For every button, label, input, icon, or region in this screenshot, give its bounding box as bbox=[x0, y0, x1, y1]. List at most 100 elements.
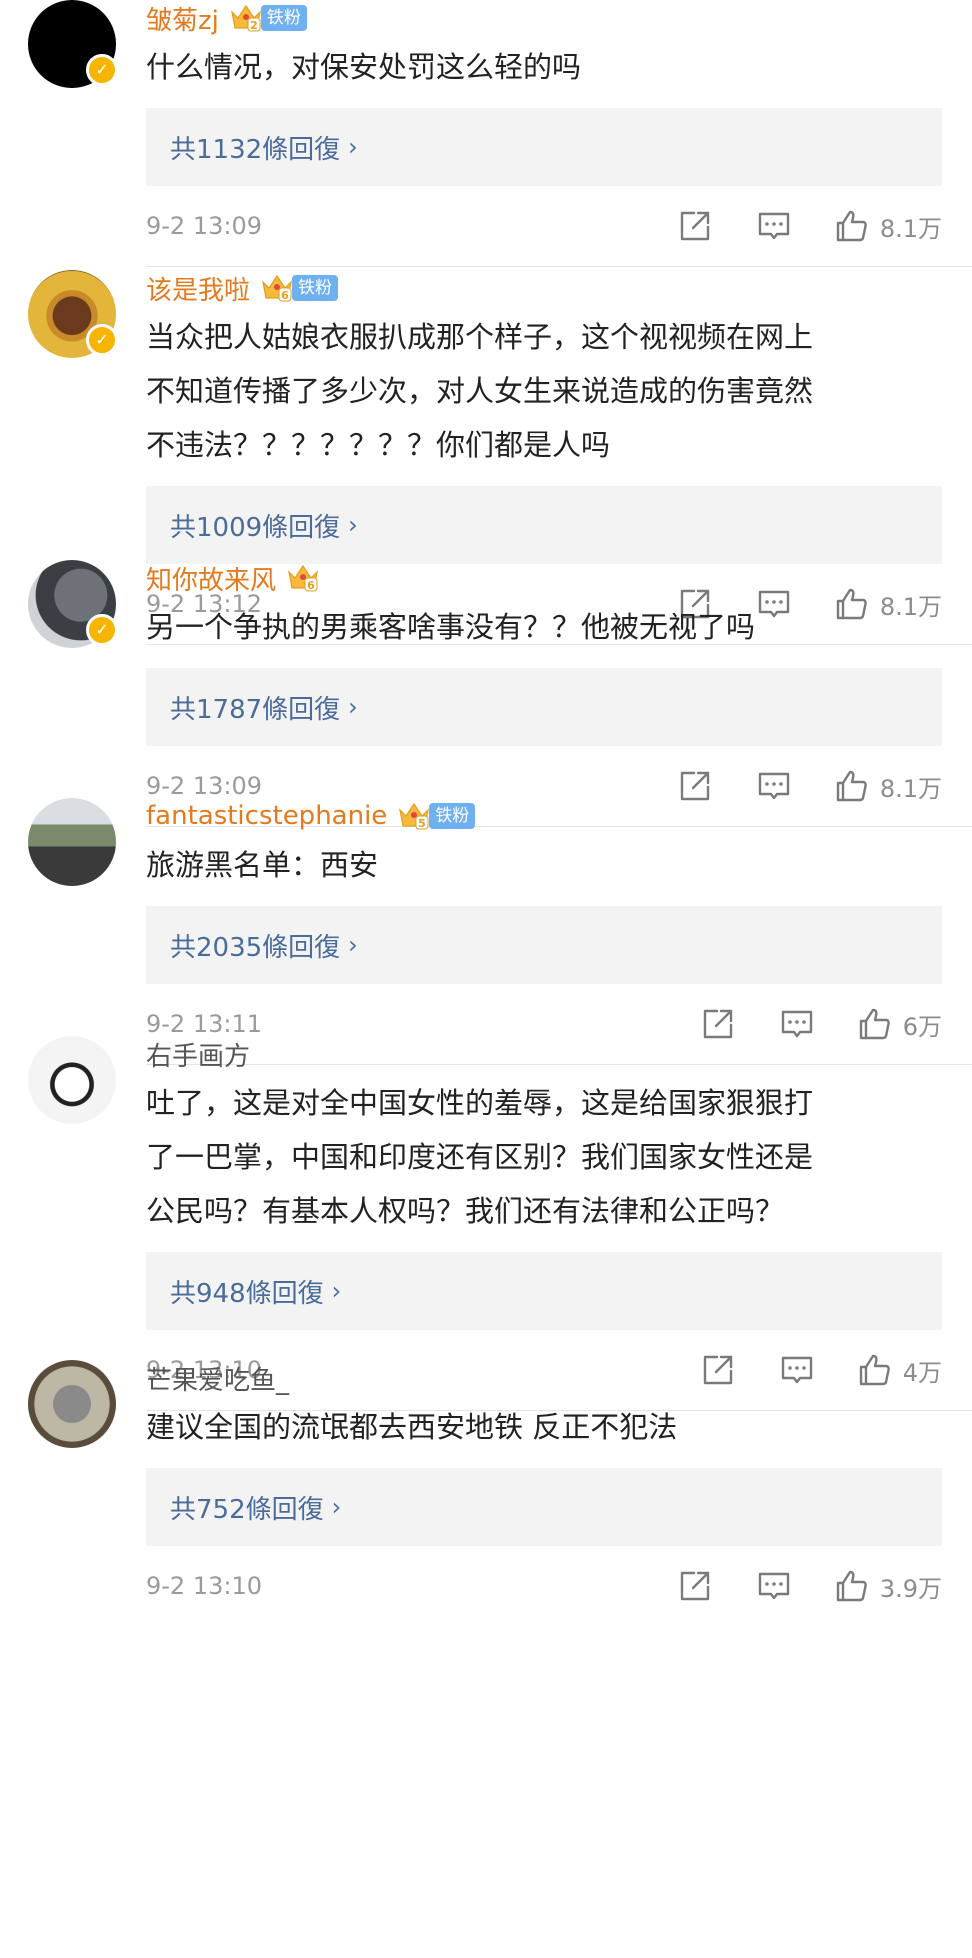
comment-content: 皱菊zj 2 铁粉 什么情况，对保安处罚这么轻的吗 共1132條回復 › 9-2 13:09… bbox=[146, 0, 942, 266]
comment-text: 什么情况，对保安处罚这么轻的吗 bbox=[146, 40, 942, 94]
avatar[interactable] bbox=[28, 798, 120, 890]
comment-text: 建议全国的流氓都去西安地铁 反正不犯法 bbox=[146, 1400, 942, 1454]
comment-content: 芒果爱吃鱼_ 建议全国的流氓都去西安地铁 反正不犯法 共752條回復 › 9-2 13:… bbox=[146, 1360, 942, 1626]
timestamp: 9-2 13:09 bbox=[146, 772, 262, 800]
svg-text:2: 2 bbox=[250, 19, 258, 32]
comment-text-line: 不违法？？？？？？？你们都是人吗 bbox=[146, 428, 611, 462]
like-icon bbox=[834, 209, 870, 243]
replies-link[interactable]: 共948條回復 › bbox=[146, 1252, 942, 1330]
comment-text-line: 公民吗？有基本人权吗？我们还有法律和公正吗？ bbox=[146, 1194, 785, 1228]
divider bbox=[146, 266, 972, 267]
verified-icon: ✓ bbox=[86, 54, 118, 86]
svg-text:6: 6 bbox=[281, 289, 289, 302]
comment-item: ✓ 皱菊zj 2 铁粉 什么情况，对保安处罚这么轻的吗 共1132條回復 › 9-2 13:0… bbox=[0, 0, 972, 267]
comment-text-line: 了一巴掌，中国和印度还有区别？我们国家女性还是 bbox=[146, 1140, 814, 1174]
verified-icon: ✓ bbox=[86, 614, 118, 646]
comment-text: 吐了，这是对全中国女性的羞辱，这是给国家狠狠打 了一巴掌，中国和印度还有区别？我们… bbox=[146, 1076, 942, 1238]
replies-link[interactable]: 共1787條回復 › bbox=[146, 668, 942, 746]
timestamp: 9-2 13:09 bbox=[146, 212, 262, 240]
comment-content: 知你故来风 6 另一个争执的男乘客啥事没有？？他被无视了吗共1787條回復 › 9-2 … bbox=[146, 560, 942, 826]
share-button[interactable] bbox=[678, 209, 714, 243]
comment-icon bbox=[756, 209, 792, 243]
replies-label: 共2035條回復 bbox=[170, 932, 341, 963]
svg-text:5: 5 bbox=[418, 817, 426, 830]
like-icon bbox=[834, 1569, 870, 1603]
replies-link[interactable]: 共752條回復 › bbox=[146, 1468, 942, 1546]
crown-level-icon: 6 bbox=[286, 562, 320, 594]
chevron-right-icon: › bbox=[331, 1493, 342, 1521]
avatar-image bbox=[28, 798, 116, 886]
comment-content: 右手画方 吐了，这是对全中国女性的羞辱，这是给国家狠狠打 了一巴掌，中国和印度还有区… bbox=[146, 1036, 942, 1410]
timestamp: 9-2 13:10 bbox=[146, 1572, 262, 1600]
crown-level-icon: 2 bbox=[229, 2, 263, 34]
comment-text: 当众把人姑娘衣服扒成那个样子，这个视视频在网上 不知道传播了多少次，对人女生来说造… bbox=[146, 310, 942, 472]
comment-text-line: 当众把人姑娘衣服扒成那个样子，这个视视频在网上 bbox=[146, 320, 814, 354]
username[interactable]: 芒果爱吃鱼_ bbox=[146, 1360, 289, 1397]
comment-item: 芒果爱吃鱼_ 建议全国的流氓都去西安地铁 反正不犯法 共752條回復 › 9-2 13:… bbox=[0, 1360, 972, 1626]
comment-item: ✓ 知你故来风 6 另一个争执的男乘客啥事没有？？他被无视了吗共1787條回復 › 9-2… bbox=[0, 560, 972, 827]
like-count: 8.1万 bbox=[879, 214, 942, 243]
replies-label: 共948條回復 bbox=[170, 1278, 324, 1309]
crown-level-icon: 6 bbox=[260, 272, 294, 304]
avatar-image bbox=[28, 1360, 116, 1448]
comment-content: fantasticstephanie 5 铁粉旅游黑名单：西安共2035條回復 › 9-… bbox=[146, 798, 942, 1064]
chevron-right-icon: › bbox=[348, 133, 358, 161]
comment-text-line: 什么情况，对保安处罚这么轻的吗 bbox=[146, 50, 582, 84]
replies-link[interactable]: 共1009條回復 › bbox=[146, 486, 942, 564]
fan-badge: 铁粉 bbox=[260, 5, 307, 31]
username[interactable]: 右手画方 bbox=[146, 1036, 250, 1073]
comment-text: 旅游黑名单：西安 bbox=[146, 838, 942, 892]
meta-row: 9-2 13:09 8.1万 bbox=[146, 186, 942, 266]
avatar-image bbox=[28, 1036, 116, 1124]
avatar[interactable] bbox=[28, 1360, 120, 1452]
comment-text: 另一个争执的男乘客啥事没有？？他被无视了吗 bbox=[146, 600, 942, 654]
fan-badge: 铁粉 bbox=[429, 803, 476, 829]
like-button[interactable]: 3.9万 bbox=[834, 1569, 942, 1604]
avatar[interactable]: ✓ bbox=[28, 560, 120, 652]
avatar[interactable]: ✓ bbox=[28, 0, 120, 92]
meta-row: 9-2 13:10 3.9万 bbox=[146, 1546, 942, 1626]
comment-button[interactable] bbox=[756, 1569, 792, 1603]
share-icon bbox=[678, 209, 714, 243]
avatar[interactable]: ✓ bbox=[28, 270, 120, 362]
name-row: 皱菊zj 2 铁粉 bbox=[146, 0, 942, 36]
name-row: 右手画方 bbox=[146, 1036, 942, 1072]
chevron-right-icon: › bbox=[348, 693, 358, 721]
chevron-right-icon: › bbox=[331, 1277, 342, 1305]
comment-text-line: 建议全国的流氓都去西安地铁 反正不犯法 bbox=[146, 1410, 678, 1444]
username[interactable]: fantasticstephanie bbox=[146, 801, 387, 831]
crown-level-icon: 5 bbox=[397, 800, 431, 832]
username[interactable]: 皱菊zj bbox=[146, 0, 219, 37]
comment-item: fantasticstephanie 5 铁粉旅游黑名单：西安共2035條回復 › 9-… bbox=[0, 798, 972, 1065]
fan-badge: 铁粉 bbox=[292, 275, 339, 301]
name-row: 该是我啦 6 铁粉 bbox=[146, 270, 942, 306]
chevron-right-icon: › bbox=[348, 931, 358, 959]
name-row: 知你故来风 6 bbox=[146, 560, 942, 596]
username[interactable]: 知你故来风 bbox=[146, 560, 276, 597]
replies-label: 共1132條回復 bbox=[170, 134, 341, 165]
comment-icon bbox=[756, 1569, 792, 1603]
replies-label: 共752條回復 bbox=[170, 1494, 324, 1525]
replies-label: 共1009條回復 bbox=[170, 512, 341, 543]
comment-button[interactable] bbox=[756, 209, 792, 243]
share-icon bbox=[678, 1569, 714, 1603]
share-button[interactable] bbox=[678, 1569, 714, 1603]
like-count: 3.9万 bbox=[879, 1574, 942, 1603]
verified-icon: ✓ bbox=[86, 324, 118, 356]
avatar[interactable] bbox=[28, 1036, 120, 1128]
comment-text-line: 另一个争执的男乘客啥事没有？？他被无视了吗 bbox=[146, 610, 756, 644]
like-button[interactable]: 8.1万 bbox=[834, 209, 942, 244]
username[interactable]: 该是我啦 bbox=[146, 270, 250, 307]
comment-text-line: 旅游黑名单：西安 bbox=[146, 848, 379, 882]
comment-text-line: 不知道传播了多少次，对人女生来说造成的伤害竟然 bbox=[146, 374, 814, 408]
replies-link[interactable]: 共2035條回復 › bbox=[146, 906, 942, 984]
replies-label: 共1787條回復 bbox=[170, 694, 341, 725]
svg-text:6: 6 bbox=[307, 579, 315, 592]
comment-text-line: 吐了，这是对全中国女性的羞辱，这是给国家狠狠打 bbox=[146, 1086, 814, 1120]
comment-item: 右手画方 吐了，这是对全中国女性的羞辱，这是给国家狠狠打 了一巴掌，中国和印度还有区… bbox=[0, 1036, 972, 1411]
name-row: 芒果爱吃鱼_ bbox=[146, 1360, 942, 1396]
timestamp: 9-2 13:11 bbox=[146, 1010, 262, 1038]
replies-link[interactable]: 共1132條回復 › bbox=[146, 108, 942, 186]
name-row: fantasticstephanie 5 铁粉 bbox=[146, 798, 942, 834]
chevron-right-icon: › bbox=[348, 511, 358, 539]
